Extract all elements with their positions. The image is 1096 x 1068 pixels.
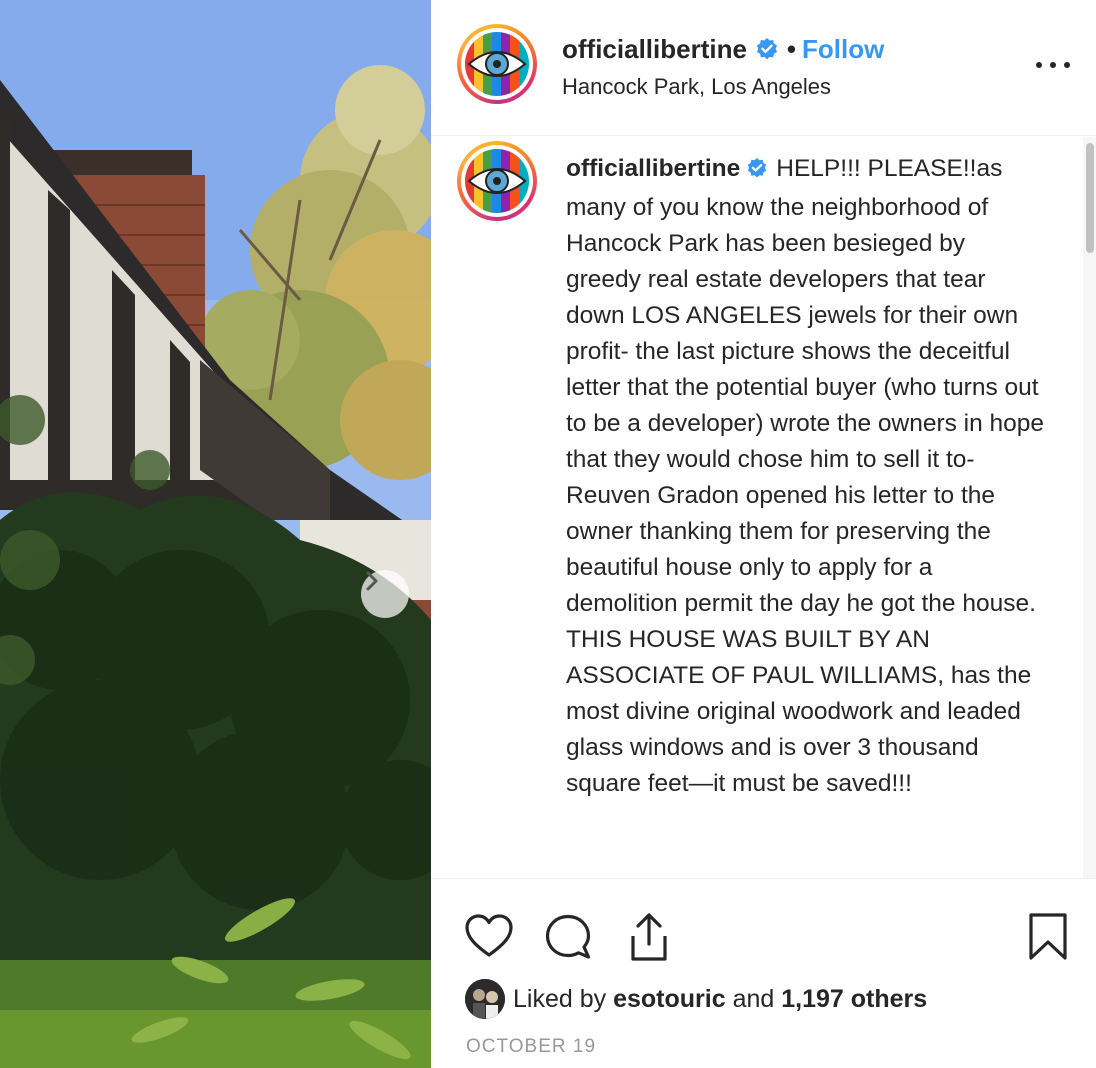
scrollbar-thumb[interactable]	[1086, 143, 1094, 253]
post-photo[interactable]	[0, 0, 431, 1068]
liker-username[interactable]: esotouric	[613, 985, 726, 1014]
post-location[interactable]: Hancock Park, Los Angeles	[562, 74, 884, 100]
post-details-panel: officiallibertine • Follow Hancock Park, …	[431, 0, 1096, 1068]
bookmark-icon[interactable]	[1027, 912, 1069, 967]
likes-summary: Liked by esotouric and 1,197 others	[465, 978, 927, 1020]
post-date[interactable]: October 19	[466, 1036, 596, 1058]
verified-badge-icon	[746, 154, 768, 190]
caption-text: HELP!!! PLEASE!!as many of you know the …	[566, 155, 1045, 797]
comment-bubble-icon[interactable]	[545, 914, 591, 965]
share-icon[interactable]	[627, 912, 671, 967]
caption-username[interactable]: officiallibertine	[566, 155, 740, 182]
liker-avatar[interactable]	[465, 979, 505, 1019]
post-caption: officiallibertine HELP!!! PLEASE!!as man…	[566, 151, 1046, 802]
action-bar	[431, 912, 1096, 962]
liked-by-prefix: Liked by	[513, 984, 607, 1013]
comments-section: officiallibertine HELP!!! PLEASE!!as man…	[431, 137, 1096, 879]
eye-logo-icon	[465, 149, 529, 213]
verified-badge-icon	[755, 37, 779, 66]
eye-logo-icon	[465, 32, 529, 96]
house-photo-illustration	[0, 0, 431, 1068]
author-username[interactable]: officiallibertine	[562, 34, 747, 64]
separator-dot: •	[786, 34, 797, 64]
carousel-next-button[interactable]	[361, 570, 409, 618]
follow-button[interactable]: Follow	[802, 34, 884, 64]
likes-count-link[interactable]: 1,197 others	[781, 985, 927, 1014]
caption-author-avatar[interactable]	[457, 141, 537, 221]
liked-by-conjunction: and	[732, 984, 775, 1013]
author-avatar[interactable]	[457, 24, 537, 104]
post-header: officiallibertine • Follow Hancock Park, …	[431, 0, 1096, 136]
ellipsis-icon[interactable]	[1036, 52, 1072, 76]
heart-icon[interactable]	[465, 914, 513, 963]
chevron-right-icon	[366, 571, 378, 591]
